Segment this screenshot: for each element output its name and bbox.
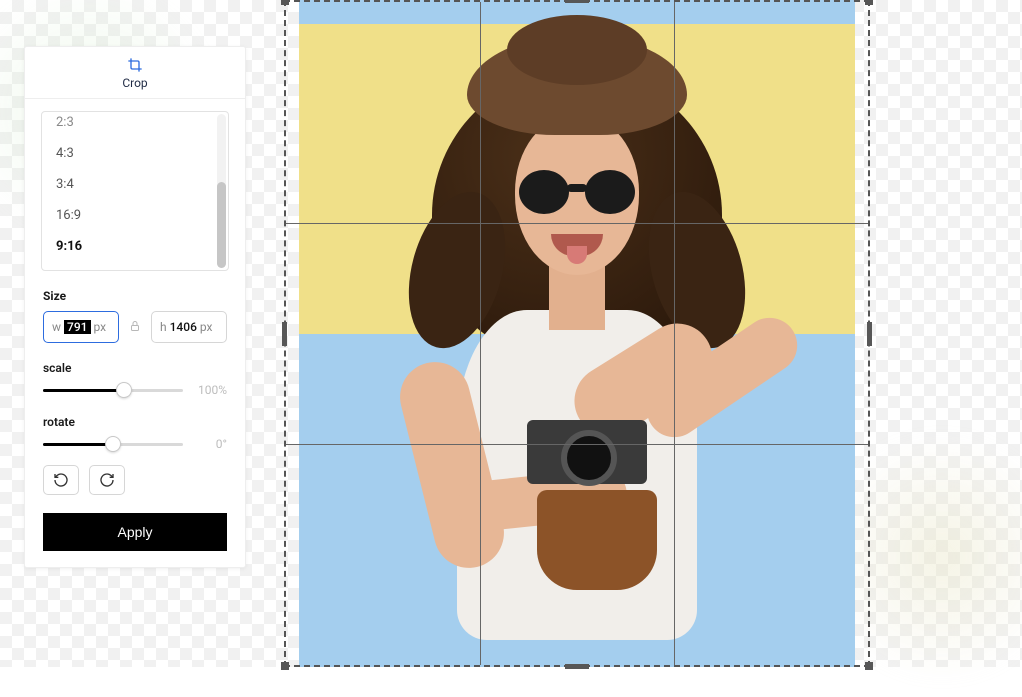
rotate-ccw-icon bbox=[53, 472, 69, 488]
rotate-ccw-button[interactable] bbox=[43, 465, 79, 495]
aspect-ratio-list[interactable]: 2:3 4:3 3:4 16:9 9:16 bbox=[41, 111, 229, 271]
ratio-option-selected[interactable]: 9:16 bbox=[42, 231, 228, 262]
crop-handle-se[interactable] bbox=[865, 662, 873, 670]
panel-header: Crop bbox=[25, 47, 245, 99]
grid-line bbox=[674, 2, 675, 665]
size-label: Size bbox=[43, 289, 227, 303]
crop-handle-w[interactable] bbox=[282, 322, 287, 346]
crop-handle-nw[interactable] bbox=[281, 0, 289, 5]
crop-handle-n[interactable] bbox=[565, 0, 589, 3]
apply-button[interactable]: Apply bbox=[43, 513, 227, 551]
rotate-label: rotate bbox=[43, 415, 227, 429]
rotate-slider[interactable]: 0° bbox=[43, 437, 227, 451]
scale-slider[interactable]: 100% bbox=[43, 383, 227, 397]
rotate-value: 0° bbox=[193, 437, 227, 451]
grid-line bbox=[286, 444, 868, 445]
height-unit: px bbox=[200, 320, 213, 334]
crop-icon bbox=[127, 57, 143, 73]
height-prefix: h bbox=[160, 320, 167, 334]
lock-aspect-icon[interactable] bbox=[129, 318, 141, 337]
ratio-option[interactable]: 4:3 bbox=[42, 138, 228, 169]
ratio-option[interactable]: 2:3 bbox=[42, 112, 228, 138]
width-unit: px bbox=[94, 320, 107, 334]
width-prefix: w bbox=[52, 320, 61, 334]
rotate-cw-button[interactable] bbox=[89, 465, 125, 495]
grid-line bbox=[286, 223, 868, 224]
crop-handle-sw[interactable] bbox=[281, 662, 289, 670]
scale-label: scale bbox=[43, 361, 227, 375]
panel-title: Crop bbox=[122, 76, 147, 90]
width-input[interactable]: w 791 px bbox=[43, 311, 119, 343]
ratio-option[interactable]: 3:4 bbox=[42, 169, 228, 200]
crop-frame[interactable] bbox=[284, 0, 870, 667]
scrollbar-thumb[interactable] bbox=[217, 182, 226, 268]
grid-line bbox=[480, 2, 481, 665]
crop-panel: Crop 2:3 4:3 3:4 16:9 9:16 Size w 791 px… bbox=[24, 46, 246, 568]
ratio-option[interactable]: 16:9 bbox=[42, 200, 228, 231]
scale-slider-knob[interactable] bbox=[116, 382, 132, 398]
rotate-slider-knob[interactable] bbox=[105, 436, 121, 452]
height-value: 1406 bbox=[170, 320, 197, 334]
width-value: 791 bbox=[64, 320, 90, 334]
height-input[interactable]: h 1406 px bbox=[151, 311, 227, 343]
rotate-cw-icon bbox=[99, 472, 115, 488]
canvas-area[interactable] bbox=[284, 0, 870, 667]
scale-value: 100% bbox=[193, 383, 227, 397]
crop-handle-ne[interactable] bbox=[865, 0, 873, 5]
crop-handle-e[interactable] bbox=[867, 322, 872, 346]
